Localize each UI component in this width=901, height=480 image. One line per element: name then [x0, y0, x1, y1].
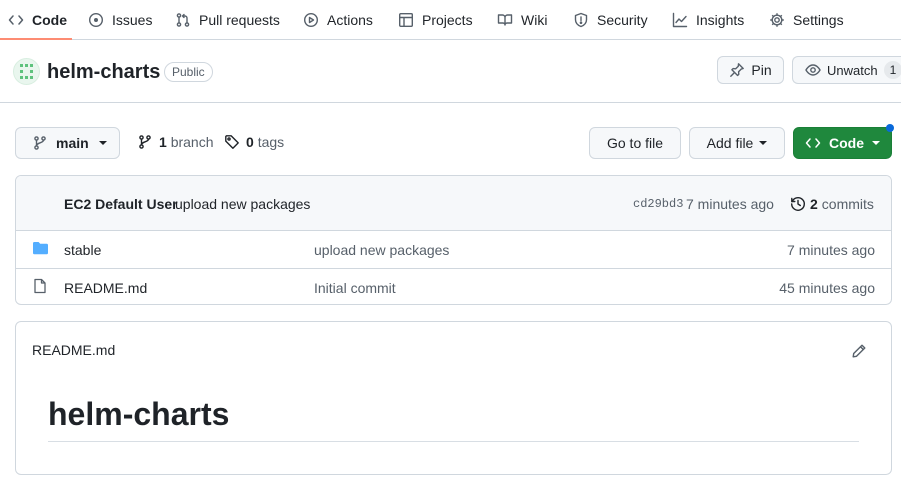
- commits-link[interactable]: 2 commits: [790, 194, 874, 214]
- tab-issues[interactable]: Issues: [88, 0, 152, 40]
- book-icon: [497, 12, 513, 28]
- branch-word: branch: [170, 134, 214, 150]
- play-icon: [303, 12, 319, 28]
- go-to-file-label: Go to file: [606, 135, 664, 151]
- add-file-button[interactable]: Add file: [689, 127, 785, 159]
- tab-label: Pull requests: [199, 12, 280, 28]
- tab-label: Wiki: [521, 12, 548, 28]
- tab-label: Actions: [327, 12, 373, 28]
- file-listing: EC2 Default User upload new packages cd2…: [15, 175, 892, 305]
- visibility-badge: Public: [164, 62, 213, 82]
- issue-icon: [88, 12, 104, 28]
- branches-link[interactable]: 1 branch: [137, 130, 214, 154]
- tags-link[interactable]: 0 tags: [224, 130, 284, 154]
- tab-wiki[interactable]: Wiki: [497, 0, 547, 40]
- tab-security[interactable]: Security: [573, 0, 648, 40]
- table-icon: [398, 12, 414, 28]
- pin-icon: [729, 62, 745, 78]
- graph-icon: [672, 12, 688, 28]
- readme-panel: README.md helm-charts: [15, 321, 892, 475]
- tag-word: tags: [257, 134, 285, 150]
- file-time: 7 minutes ago: [787, 242, 875, 258]
- avatar: [13, 58, 40, 85]
- folder-icon: [32, 240, 49, 256]
- tab-label: Projects: [422, 12, 473, 28]
- commit-sha[interactable]: cd29bd3: [633, 194, 683, 214]
- pull-request-icon: [175, 12, 191, 28]
- go-to-file-button[interactable]: Go to file: [589, 127, 681, 159]
- tab-insights[interactable]: Insights: [672, 0, 744, 40]
- unwatch-button[interactable]: Unwatch 1: [792, 56, 901, 84]
- notification-dot: [886, 124, 894, 132]
- file-icon: [32, 278, 48, 294]
- branch-count: 1: [159, 134, 167, 150]
- tab-label: Security: [597, 12, 648, 28]
- tab-code[interactable]: Code: [8, 0, 67, 40]
- code-button-label: Code: [829, 135, 864, 151]
- commit-time: 7 minutes ago: [686, 196, 774, 212]
- latest-commit-bar: EC2 Default User upload new packages cd2…: [16, 176, 891, 231]
- tab-actions[interactable]: Actions: [303, 0, 373, 40]
- file-name[interactable]: README.md: [64, 278, 147, 298]
- file-time: 45 minutes ago: [779, 280, 875, 296]
- file-row[interactable]: stable upload new packages 7 minutes ago: [16, 231, 891, 268]
- commit-count: 2: [810, 196, 818, 212]
- chevron-down-icon: [872, 141, 880, 145]
- chevron-down-icon: [98, 141, 107, 145]
- add-file-label: Add file: [706, 135, 754, 151]
- tab-label: Issues: [112, 12, 153, 28]
- commit-author[interactable]: EC2 Default User: [64, 194, 178, 214]
- file-commit-message[interactable]: upload new packages: [314, 240, 449, 260]
- tab-settings[interactable]: Settings: [769, 0, 844, 40]
- heading-divider: [48, 441, 859, 442]
- file-row[interactable]: README.md Initial commit 45 minutes ago: [16, 268, 891, 304]
- eye-icon: [805, 62, 821, 78]
- gear-icon: [769, 12, 785, 28]
- pencil-icon[interactable]: [851, 343, 867, 359]
- pin-button[interactable]: Pin: [717, 56, 784, 84]
- readme-filename[interactable]: README.md: [32, 342, 115, 358]
- commit-word: commits: [821, 196, 874, 212]
- tab-projects[interactable]: Projects: [398, 0, 473, 40]
- code-dropdown-button[interactable]: Code: [793, 127, 892, 159]
- repo-nav: Code Issues Pull requests Actions Projec…: [0, 0, 901, 40]
- history-icon: [790, 196, 806, 212]
- branch-name: main: [56, 135, 89, 151]
- commit-message[interactable]: upload new packages: [175, 194, 310, 214]
- tab-label: Insights: [696, 12, 745, 28]
- readme-heading: helm-charts: [48, 396, 230, 432]
- tag-count: 0: [246, 134, 254, 150]
- watch-count: 1: [883, 61, 901, 79]
- tab-pull-requests[interactable]: Pull requests: [175, 0, 280, 40]
- tab-label: Code: [32, 12, 67, 28]
- branch-select[interactable]: main: [15, 127, 120, 159]
- shield-icon: [573, 12, 589, 28]
- tab-label: Settings: [793, 12, 844, 28]
- branch-icon: [32, 135, 48, 151]
- code-icon: [8, 12, 24, 28]
- chevron-down-icon: [759, 141, 768, 145]
- pin-label: Pin: [751, 62, 772, 78]
- file-commit-message[interactable]: Initial commit: [314, 278, 396, 298]
- unwatch-label: Unwatch: [827, 62, 878, 78]
- repo-name[interactable]: helm-charts: [47, 59, 160, 85]
- code-icon: [805, 135, 821, 151]
- tag-icon: [224, 134, 240, 150]
- file-name[interactable]: stable: [64, 240, 101, 260]
- branch-icon: [137, 134, 153, 150]
